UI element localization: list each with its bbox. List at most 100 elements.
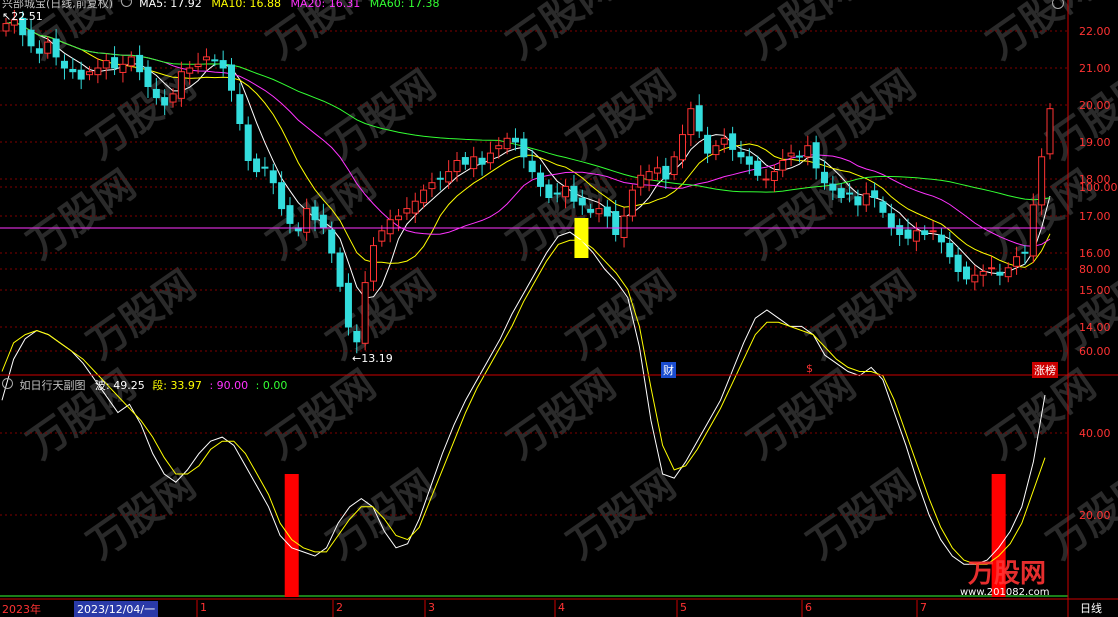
candle-body [219, 60, 227, 69]
candle-body [378, 230, 386, 242]
lower-level-value: 0.00 [262, 379, 288, 392]
candle-body [152, 88, 160, 99]
watermark-text: 万股网 [559, 262, 684, 369]
candle-body [871, 190, 879, 198]
finance-marker[interactable]: 财 [661, 362, 676, 378]
watermark-text: 万股网 [799, 262, 924, 369]
candle-body [253, 158, 261, 173]
candle-body [595, 208, 603, 215]
candle-body [988, 267, 996, 270]
ma5-legend: MA5: 17.92 [139, 0, 202, 10]
candle-body [612, 211, 620, 235]
stock-title: 兴部城宝(日线,前复权) [2, 0, 114, 10]
candle-body [77, 69, 85, 80]
settings-icon[interactable] [120, 0, 132, 7]
month-tick-label: 2 [336, 601, 343, 614]
candle-body [837, 188, 845, 198]
candle-body [962, 266, 970, 280]
segment-value: 33.97 [170, 379, 202, 392]
signal-bar [284, 474, 299, 597]
candle-body [428, 182, 436, 190]
candle-body [278, 182, 286, 210]
candle-body [311, 206, 319, 221]
candle-body [60, 60, 68, 69]
candle-body [1021, 251, 1029, 254]
candle-body [795, 155, 803, 158]
candle-body [729, 133, 737, 150]
cursor-date-label: 2023/12/04/一 [74, 601, 159, 617]
candle-body [887, 213, 895, 228]
candle-body [503, 137, 511, 150]
candle-body [653, 167, 661, 174]
indicator-tick-label: 40.00 [1079, 427, 1111, 440]
candle-body [979, 271, 987, 276]
low-price-value: 13.19 [361, 352, 393, 365]
candle-body [770, 171, 778, 181]
year-label: 2023年 [2, 603, 41, 616]
candle-body [662, 165, 670, 180]
high-price-label: ↖22.51 [2, 10, 43, 23]
price-tick-label: 14.00 [1079, 321, 1111, 334]
upper-level-label: : [209, 379, 214, 392]
candle-body [854, 196, 862, 206]
candle-body [737, 151, 745, 158]
price-tick-label: 22.00 [1079, 25, 1111, 38]
indicator-tick-label: 80.00 [1079, 263, 1111, 276]
candle-body [211, 59, 219, 62]
candle-body [127, 56, 135, 67]
candle-body [403, 208, 411, 214]
watermark-text: 万股网 [499, 362, 624, 469]
candle-body [946, 242, 954, 258]
candle-body [286, 205, 294, 224]
candle-body [228, 64, 236, 91]
candle-body [445, 171, 453, 183]
candle-body [303, 208, 311, 233]
candle-body [637, 174, 645, 188]
candle-body [587, 208, 595, 213]
indicator-tick-label: 20.00 [1079, 509, 1111, 522]
candle-body [1046, 108, 1054, 155]
candle-body [1013, 256, 1021, 267]
dollar-marker[interactable]: $ [806, 362, 813, 375]
candle-body [628, 189, 636, 217]
ma60-legend: MA60: 17.38 [369, 0, 440, 10]
candle-body [1038, 156, 1046, 206]
candle-body [261, 166, 269, 169]
candle-body [2, 23, 10, 32]
candle-body [461, 157, 469, 165]
month-tick-label: 5 [680, 601, 687, 614]
month-tick-label: 3 [428, 601, 435, 614]
price-tick-label: 17.00 [1079, 210, 1111, 223]
candle-body [971, 274, 979, 283]
candle-body [495, 145, 503, 150]
candle-body [369, 245, 377, 282]
ma10-legend: MA10: 16.88 [211, 0, 282, 10]
candle-body [144, 66, 152, 88]
candle-body [937, 234, 945, 243]
candle-body [353, 330, 361, 343]
watermark-text: 万股网 [499, 0, 624, 68]
candle-body [896, 225, 904, 235]
watermark-url: www.201082.com [960, 587, 1050, 598]
chart-title-row: 兴部城宝(日线,前复权) MA5: 17.92 MA10: 16.88 MA20… [2, 0, 439, 11]
indicator-toggle-icon[interactable] [2, 378, 13, 389]
candle-body [511, 137, 519, 143]
candle-body [486, 152, 494, 164]
candle-body [470, 156, 478, 170]
candle-body [929, 230, 937, 233]
month-tick-label: 7 [920, 601, 927, 614]
period-button[interactable]: 日线 [1080, 600, 1102, 616]
watermark-text: 万股网 [739, 362, 864, 469]
candle-body [762, 178, 770, 181]
candle-body [102, 60, 110, 69]
candle-body [436, 177, 444, 180]
candle-body [319, 214, 327, 228]
candle-body [679, 134, 687, 161]
candle-body [695, 105, 703, 132]
candle-body [478, 157, 486, 165]
candle-body [787, 152, 795, 157]
candle-body [954, 254, 962, 273]
candle-body [1029, 204, 1037, 257]
limit-up-marker[interactable]: 涨榜 [1032, 362, 1058, 378]
price-tick-label: 16.00 [1079, 247, 1111, 260]
